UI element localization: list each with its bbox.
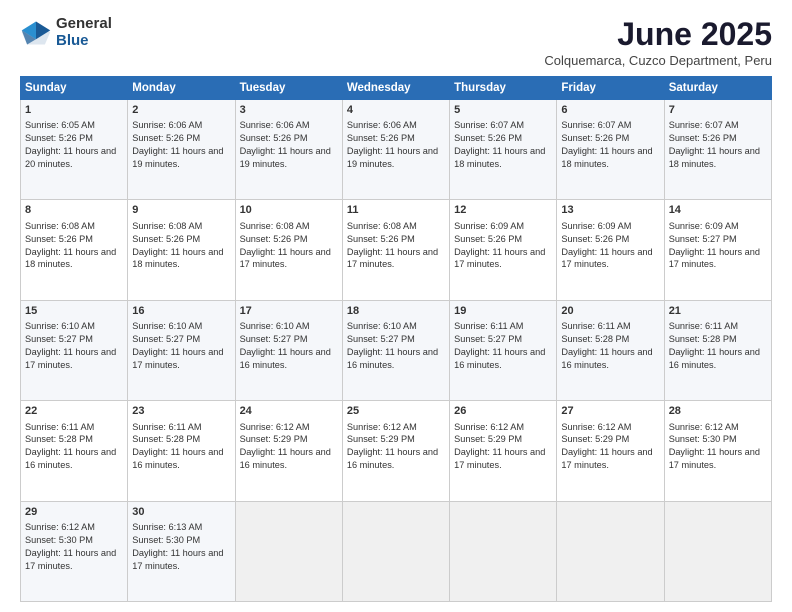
table-row: 16 Sunrise: 6:10 AM Sunset: 5:27 PM Dayl… [128,300,235,400]
month-title: June 2025 [544,16,772,53]
week-row-3: 15 Sunrise: 6:10 AM Sunset: 5:27 PM Dayl… [21,300,772,400]
table-row: 3 Sunrise: 6:06 AM Sunset: 5:26 PM Dayli… [235,100,342,200]
table-row: 26 Sunrise: 6:12 AM Sunset: 5:29 PM Dayl… [450,401,557,501]
table-row: 15 Sunrise: 6:10 AM Sunset: 5:27 PM Dayl… [21,300,128,400]
location-subtitle: Colquemarca, Cuzco Department, Peru [544,53,772,68]
table-row: 14 Sunrise: 6:09 AM Sunset: 5:27 PM Dayl… [664,200,771,300]
week-row-1: 1 Sunrise: 6:05 AM Sunset: 5:26 PM Dayli… [21,100,772,200]
table-row: 30 Sunrise: 6:13 AM Sunset: 5:30 PM Dayl… [128,501,235,601]
table-row: 9 Sunrise: 6:08 AM Sunset: 5:26 PM Dayli… [128,200,235,300]
table-row: 19 Sunrise: 6:11 AM Sunset: 5:27 PM Dayl… [450,300,557,400]
logo-icon [20,19,52,47]
table-row: 29 Sunrise: 6:12 AM Sunset: 5:30 PM Dayl… [21,501,128,601]
table-row: 11 Sunrise: 6:08 AM Sunset: 5:26 PM Dayl… [342,200,449,300]
page: General Blue June 2025 Colquemarca, Cuzc… [0,0,792,612]
col-friday: Friday [557,77,664,100]
calendar-header-row: Sunday Monday Tuesday Wednesday Thursday… [21,77,772,100]
table-row: 20 Sunrise: 6:11 AM Sunset: 5:28 PM Dayl… [557,300,664,400]
week-row-5: 29 Sunrise: 6:12 AM Sunset: 5:30 PM Dayl… [21,501,772,601]
table-row: 2 Sunrise: 6:06 AM Sunset: 5:26 PM Dayli… [128,100,235,200]
table-row: 1 Sunrise: 6:05 AM Sunset: 5:26 PM Dayli… [21,100,128,200]
calendar-table: Sunday Monday Tuesday Wednesday Thursday… [20,76,772,602]
table-row: 12 Sunrise: 6:09 AM Sunset: 5:26 PM Dayl… [450,200,557,300]
table-row: 10 Sunrise: 6:08 AM Sunset: 5:26 PM Dayl… [235,200,342,300]
table-row: 25 Sunrise: 6:12 AM Sunset: 5:29 PM Dayl… [342,401,449,501]
empty-cell [342,501,449,601]
col-sunday: Sunday [21,77,128,100]
empty-cell [664,501,771,601]
empty-cell [235,501,342,601]
table-row: 13 Sunrise: 6:09 AM Sunset: 5:26 PM Dayl… [557,200,664,300]
col-thursday: Thursday [450,77,557,100]
table-row: 5 Sunrise: 6:07 AM Sunset: 5:26 PM Dayli… [450,100,557,200]
logo-text: General Blue [56,16,112,49]
table-row: 23 Sunrise: 6:11 AM Sunset: 5:28 PM Dayl… [128,401,235,501]
table-row: 27 Sunrise: 6:12 AM Sunset: 5:29 PM Dayl… [557,401,664,501]
table-row: 8 Sunrise: 6:08 AM Sunset: 5:26 PM Dayli… [21,200,128,300]
title-block: June 2025 Colquemarca, Cuzco Department,… [544,16,772,68]
logo: General Blue [20,16,112,49]
table-row: 21 Sunrise: 6:11 AM Sunset: 5:28 PM Dayl… [664,300,771,400]
table-row: 18 Sunrise: 6:10 AM Sunset: 5:27 PM Dayl… [342,300,449,400]
week-row-4: 22 Sunrise: 6:11 AM Sunset: 5:28 PM Dayl… [21,401,772,501]
table-row: 6 Sunrise: 6:07 AM Sunset: 5:26 PM Dayli… [557,100,664,200]
table-row: 22 Sunrise: 6:11 AM Sunset: 5:28 PM Dayl… [21,401,128,501]
table-row: 4 Sunrise: 6:06 AM Sunset: 5:26 PM Dayli… [342,100,449,200]
header: General Blue June 2025 Colquemarca, Cuzc… [20,16,772,68]
empty-cell [450,501,557,601]
logo-general: General [56,16,112,33]
col-wednesday: Wednesday [342,77,449,100]
col-saturday: Saturday [664,77,771,100]
table-row: 7 Sunrise: 6:07 AM Sunset: 5:26 PM Dayli… [664,100,771,200]
col-tuesday: Tuesday [235,77,342,100]
table-row: 17 Sunrise: 6:10 AM Sunset: 5:27 PM Dayl… [235,300,342,400]
week-row-2: 8 Sunrise: 6:08 AM Sunset: 5:26 PM Dayli… [21,200,772,300]
table-row: 28 Sunrise: 6:12 AM Sunset: 5:30 PM Dayl… [664,401,771,501]
col-monday: Monday [128,77,235,100]
table-row: 24 Sunrise: 6:12 AM Sunset: 5:29 PM Dayl… [235,401,342,501]
logo-blue: Blue [56,33,112,50]
empty-cell [557,501,664,601]
